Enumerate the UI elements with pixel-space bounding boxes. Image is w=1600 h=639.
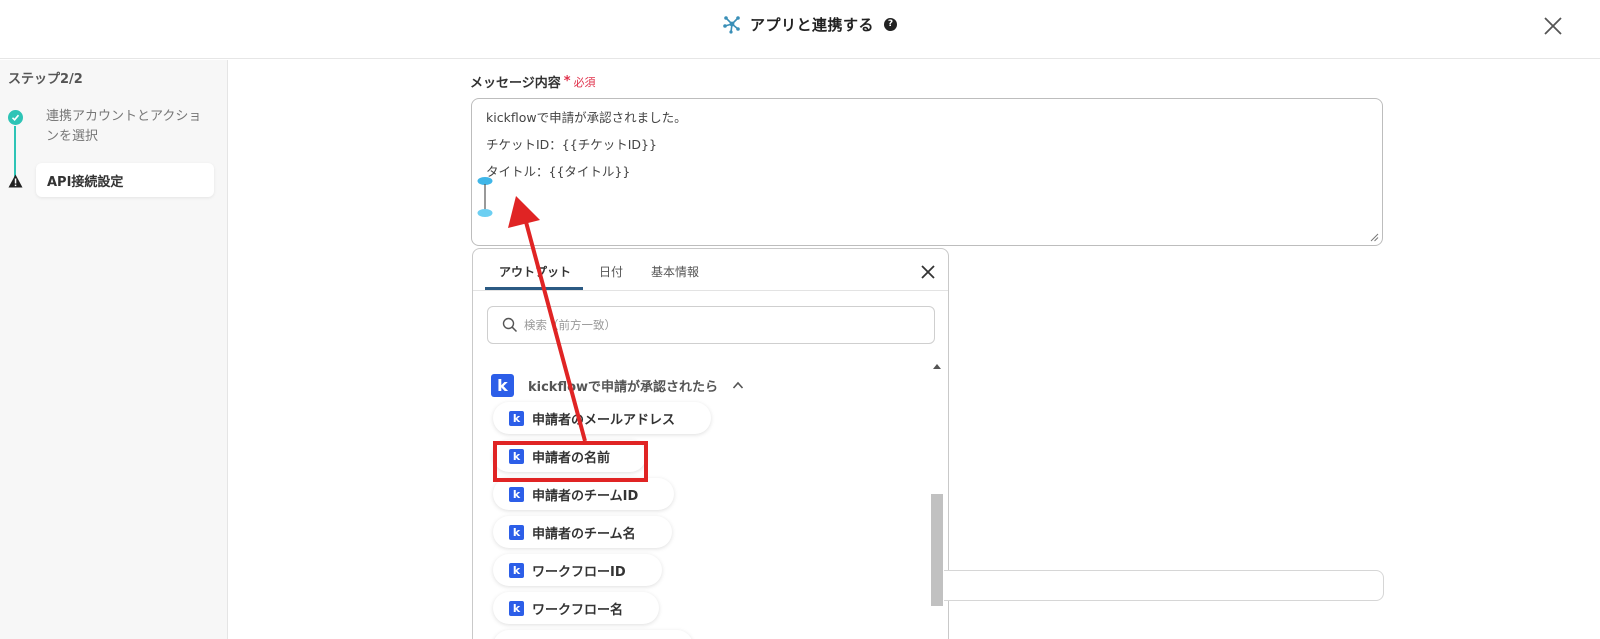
- page-title: アプリと連携する: [750, 15, 875, 34]
- variable-chip[interactable]: k 申請者のメールアドレス: [493, 402, 712, 434]
- resize-handle-icon[interactable]: [1370, 233, 1379, 242]
- step-item-api-settings[interactable]: API接続設定: [36, 163, 214, 197]
- kickflow-logo-icon: k: [509, 600, 524, 616]
- kickflow-logo-icon: k: [509, 410, 524, 426]
- tab-output[interactable]: アウトプット: [499, 263, 571, 280]
- variable-chip[interactable]: k 申請者のチームID: [493, 478, 675, 510]
- variable-chip[interactable]: k ワークフローID: [493, 554, 662, 586]
- variable-chip-label: 申請者のチーム名: [532, 526, 636, 542]
- variable-chip-label: 申請者のチームID: [532, 488, 639, 504]
- kickflow-logo-icon: k: [509, 524, 524, 540]
- variable-chip-partial[interactable]: [493, 630, 693, 639]
- close-icon[interactable]: [919, 263, 937, 281]
- kickflow-logo-icon: k: [509, 562, 524, 578]
- variable-chip[interactable]: k ワークフロー名: [493, 592, 660, 624]
- search-input[interactable]: [524, 318, 904, 332]
- scrollbar-thumb[interactable]: [931, 494, 943, 606]
- background-input-field[interactable]: [944, 570, 1384, 601]
- tab-basic-info[interactable]: 基本情報: [651, 263, 699, 280]
- variable-chip-label: ワークフローID: [532, 564, 626, 580]
- group-title: kickflowで申請が承認されたら: [528, 379, 719, 395]
- scroll-up-arrow-icon[interactable]: [933, 364, 941, 369]
- message-line: kickflowで申請が承認されました。: [486, 110, 687, 125]
- kickflow-logo-icon: k: [509, 486, 524, 502]
- kickflow-group-header[interactable]: k kickflowで申請が承認されたら: [491, 372, 744, 398]
- chevron-up-icon[interactable]: [732, 381, 744, 389]
- network-icon: [723, 16, 740, 34]
- field-label-text: メッセージ内容: [470, 76, 561, 91]
- message-line: チケットID：{{チケットID}}: [486, 137, 657, 152]
- message-textarea[interactable]: kickflowで申請が承認されました。 チケットID：{{チケットID}} タ…: [471, 98, 1383, 246]
- annotation-highlight-box: [493, 441, 648, 482]
- step-counter: ステップ2/2: [8, 72, 83, 87]
- step-sidebar: ステップ2/2 連携アカウントとアクションを選択 API接続設定: [0, 60, 228, 639]
- search-box: [487, 306, 935, 344]
- variable-chip-label: ワークフロー名: [532, 602, 624, 618]
- variable-chip[interactable]: k 申請者のチーム名: [493, 516, 672, 548]
- message-line: タイトル：{{タイトル}}: [486, 164, 631, 179]
- required-star: *: [563, 74, 571, 89]
- text-cursor-handle-icon[interactable]: [477, 176, 493, 218]
- search-icon: [502, 317, 518, 333]
- step-item-account-action[interactable]: 連携アカウントとアクションを選択: [46, 107, 206, 147]
- step-connector-line: [14, 126, 16, 178]
- close-icon[interactable]: [1540, 13, 1566, 39]
- help-icon[interactable]: ?: [884, 17, 898, 31]
- active-tab-indicator: [485, 287, 583, 290]
- variable-chip-label: 申請者のメールアドレス: [532, 412, 676, 428]
- tab-date[interactable]: 日付: [599, 263, 623, 280]
- header-title-group: アプリと連携する ?: [722, 12, 898, 36]
- check-icon: [8, 110, 23, 125]
- warning-icon: [8, 174, 23, 188]
- required-text: 必須: [573, 75, 596, 89]
- kickflow-logo-icon: k: [491, 373, 514, 397]
- modal-header: アプリと連携する ?: [0, 0, 1600, 59]
- message-field-label: メッセージ内容 * 必須: [470, 72, 596, 91]
- popup-tabs: アウトプット 日付 基本情報: [473, 249, 948, 291]
